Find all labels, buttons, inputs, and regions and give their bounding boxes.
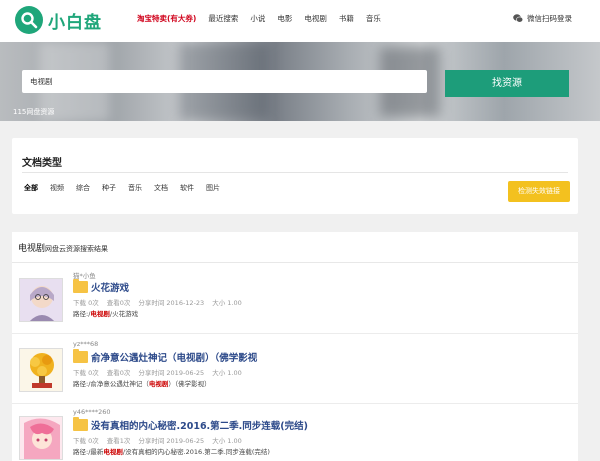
result-item: yz***68 俞净意公遇灶神记（电视剧）（佛学影视 下载 0次 查看0次 分享… [18, 340, 572, 400]
path-rest: ）（佛学影视） [168, 380, 211, 388]
path-prefix: 路径:/俞净意公遇灶神记（ [73, 380, 149, 388]
path-keyword: 电视剧 [148, 380, 169, 388]
path-rest: /没有真相的内心秘密.2016.第二季.同步连载(完结) [122, 448, 270, 456]
result-title: 俞净意公遇灶神记（电视剧）（佛学影视 [91, 353, 258, 364]
result-title-link[interactable]: 俞净意公遇灶神记（电视剧）（佛学影视 [73, 349, 258, 364]
result-meta: 下载 0次 查看1次 分享时间 2019-06-25 大小 1.00 [73, 435, 242, 445]
share-time: 分享时间 2019-06-25 [138, 437, 205, 445]
panel-title: 文档类型 [22, 158, 62, 169]
type-filter-mixed[interactable]: 综合 [76, 183, 90, 193]
wechat-login-link[interactable]: 微信扫码登录 [513, 13, 572, 24]
logo-text: 小白盘 [48, 12, 102, 33]
type-filter-torrent[interactable]: 种子 [102, 183, 116, 193]
view-count: 查看0次 [106, 299, 131, 307]
result-title: 没有真相的内心秘密.2016.第二季.同步连载(完结) [91, 421, 308, 432]
share-time: 分享时间 2019-06-25 [138, 369, 205, 377]
search-input[interactable]: 电视剧 [22, 70, 427, 93]
download-count: 下载 0次 [73, 299, 99, 307]
nav-item-taobao[interactable]: 淘宝特卖(有大券) [137, 13, 196, 24]
download-count: 下载 0次 [73, 437, 99, 445]
type-filter-list: 全部 视频 综合 种子 音乐 文档 软件 图片 [24, 183, 232, 193]
result-title-link[interactable]: 火花游戏 [73, 279, 130, 294]
divider [12, 333, 578, 334]
path-prefix: 路径:/ [73, 310, 91, 318]
path-keyword: 电视剧 [103, 448, 123, 456]
nav-item-movie[interactable]: 电影 [277, 13, 292, 24]
folder-icon [73, 279, 88, 293]
results-panel: 电视剧网盘云资源搜索结果 猫*小鱼 火花游戏 下载 0次 查看0次 分享时间 2… [12, 232, 578, 461]
document-type-panel: 文档类型 全部 视频 综合 种子 音乐 文档 软件 图片 检测失效链接 [12, 138, 578, 214]
detect-invalid-links-button[interactable]: 检测失效链接 [508, 181, 570, 202]
site-logo[interactable]: 小白盘 [15, 6, 102, 34]
type-filter-document[interactable]: 文档 [154, 183, 168, 193]
divider [12, 403, 578, 404]
result-item: 猫*小鱼 火花游戏 下载 0次 查看0次 分享时间 2016-12-23 大小 … [18, 270, 572, 330]
main-nav: 淘宝特卖(有大券) 最近搜索 小说 电影 电视剧 书籍 音乐 [137, 13, 393, 24]
result-meta: 下载 0次 查看0次 分享时间 2016-12-23 大小 1.00 [73, 297, 242, 307]
result-item: y46****260 没有真相的内心秘密.2016.第二季.同步连载(完结) 下… [18, 408, 572, 461]
search-hero: 电视剧 找资源 115网盘资源 [0, 42, 600, 121]
uploader-name: yz***68 [73, 340, 99, 348]
type-filter-music[interactable]: 音乐 [128, 183, 142, 193]
file-size: 大小 1.00 [212, 369, 242, 377]
uploader-avatar[interactable] [19, 416, 63, 460]
search-logo-icon [15, 6, 43, 34]
file-size: 大小 1.00 [212, 299, 242, 307]
result-title: 火花游戏 [91, 283, 130, 294]
type-filter-software[interactable]: 软件 [180, 183, 194, 193]
result-path: 路径:/最新电视剧/没有真相的内心秘密.2016.第二季.同步连载(完结) [73, 446, 270, 456]
resource-count: 115网盘资源 [13, 108, 55, 116]
type-filter-all[interactable]: 全部 [24, 183, 38, 193]
type-filter-video[interactable]: 视频 [50, 183, 64, 193]
view-count: 查看1次 [106, 437, 131, 445]
find-resource-button[interactable]: 找资源 [445, 70, 569, 97]
nav-item-music[interactable]: 音乐 [366, 13, 381, 24]
download-count: 下载 0次 [73, 369, 99, 377]
result-title-link[interactable]: 没有真相的内心秘密.2016.第二季.同步连载(完结) [73, 417, 308, 432]
uploader-avatar[interactable] [19, 278, 63, 322]
path-prefix: 路径:/最新 [73, 448, 104, 456]
uploader-avatar[interactable] [19, 348, 63, 392]
results-heading-suffix: 网盘云资源搜索结果 [45, 245, 109, 253]
path-keyword: 电视剧 [90, 310, 110, 318]
results-heading: 电视剧网盘云资源搜索结果 [18, 241, 108, 254]
path-rest: /火花游戏 [109, 310, 139, 318]
share-time: 分享时间 2016-12-23 [138, 299, 205, 307]
view-count: 查看0次 [106, 369, 131, 377]
file-size: 大小 1.00 [212, 437, 242, 445]
result-path: 路径:/电视剧/火花游戏 [73, 308, 138, 318]
nav-item-tv[interactable]: 电视剧 [304, 13, 327, 24]
divider [12, 262, 578, 263]
results-keyword: 电视剧 [18, 244, 46, 254]
result-path: 路径:/俞净意公遇灶神记（电视剧）（佛学影视） [73, 378, 211, 388]
nav-item-books[interactable]: 书籍 [339, 13, 354, 24]
wechat-icon [513, 14, 523, 23]
type-filter-image[interactable]: 图片 [206, 183, 220, 193]
nav-item-novel[interactable]: 小说 [250, 13, 265, 24]
folder-icon [73, 417, 88, 431]
nav-item-recent[interactable]: 最近搜索 [208, 13, 238, 24]
result-meta: 下载 0次 查看0次 分享时间 2019-06-25 大小 1.00 [73, 367, 242, 377]
top-header: 小白盘 淘宝特卖(有大券) 最近搜索 小说 电影 电视剧 书籍 音乐 微信扫码登… [0, 0, 600, 42]
folder-icon [73, 349, 88, 363]
uploader-name: y46****260 [73, 408, 111, 416]
login-label: 微信扫码登录 [527, 14, 572, 23]
divider [22, 172, 568, 173]
